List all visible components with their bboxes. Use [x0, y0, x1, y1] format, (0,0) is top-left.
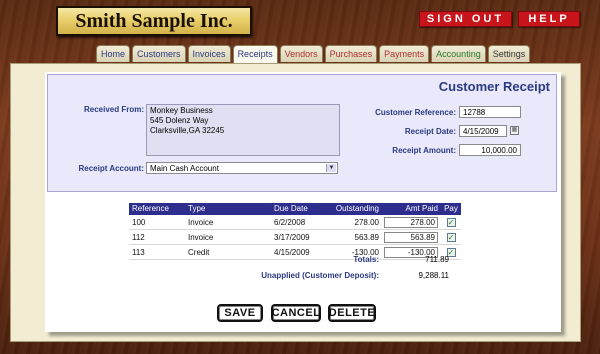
tab-receipts[interactable]: Receipts: [232, 45, 278, 64]
amt-paid-input[interactable]: 563.89: [384, 232, 438, 243]
chevron-down-icon[interactable]: ▼: [326, 164, 336, 172]
cell-pay: ✓: [441, 215, 461, 229]
receipt-amount-label: Receipt Amount:: [392, 146, 456, 155]
col-pay: Pay: [444, 204, 458, 213]
tab-settings[interactable]: Settings: [487, 45, 531, 62]
col-due-date: Due Date: [274, 204, 308, 213]
pay-checkbox[interactable]: ✓: [446, 233, 456, 242]
tab-home[interactable]: Home: [96, 45, 131, 62]
cell-type: Invoice: [188, 218, 214, 227]
cell-type: Invoice: [188, 233, 214, 242]
company-name: Smith Sample Inc.: [75, 9, 233, 32]
cell-reference: 112: [132, 233, 145, 242]
page-title: Customer Receipt: [438, 79, 550, 94]
tab-purchases[interactable]: Purchases: [324, 45, 378, 62]
amt-paid-input[interactable]: 278.00: [384, 217, 438, 228]
tab-vendors[interactable]: Vendors: [279, 45, 323, 62]
receipt-lines-table: Reference Type Due Date Outstanding Amt …: [129, 203, 461, 260]
table-row: 100 Invoice 6/2/2008 278.00 278.00 ✓: [129, 215, 461, 230]
save-button[interactable]: SAVE: [217, 304, 263, 322]
cell-reference: 100: [132, 218, 146, 227]
receipt-amount-input[interactable]: 10,000.00: [459, 144, 521, 156]
cell-pay: ✓: [441, 230, 461, 244]
receipt-header-form: Customer Receipt Received From: Monkey B…: [47, 74, 557, 192]
nav-tabs: Home Customers Invoices Receipts Vendors…: [96, 45, 532, 64]
cell-type: Credit: [188, 248, 210, 257]
help-button[interactable]: HELP: [518, 11, 580, 27]
cell-amt-paid: 278.00: [383, 215, 441, 229]
tab-invoices[interactable]: Invoices: [187, 45, 231, 62]
col-reference: Reference: [132, 204, 169, 213]
content-panel: Customer Receipt Received From: Monkey B…: [10, 63, 581, 342]
receipt-account-select[interactable]: Main Cash Account ▼: [146, 162, 338, 174]
cancel-button[interactable]: CANCEL: [271, 304, 321, 322]
table-row: 112 Invoice 3/17/2009 563.89 563.89 ✓: [129, 230, 461, 245]
cell-due-date: 3/17/2009: [274, 233, 310, 242]
company-logo: Smith Sample Inc.: [56, 6, 252, 36]
col-type: Type: [188, 204, 206, 213]
calendar-icon[interactable]: ▦: [510, 126, 519, 135]
table-header-row: Reference Type Due Date Outstanding Amt …: [129, 203, 461, 215]
cell-outstanding: 278.00: [354, 218, 379, 227]
delete-button[interactable]: DELETE: [328, 304, 376, 322]
cell-amt-paid: 563.89: [383, 230, 441, 244]
customer-reference-input[interactable]: 12788: [459, 106, 521, 118]
col-amt-paid: Amt Paid: [405, 204, 438, 213]
pay-checkbox[interactable]: ✓: [446, 218, 456, 227]
cell-reference: 113: [132, 248, 145, 257]
receipt-card: Customer Receipt Received From: Monkey B…: [45, 72, 561, 332]
unapplied-label: Unapplied (Customer Deposit):: [261, 271, 379, 280]
customer-reference-label: Customer Reference:: [375, 108, 456, 117]
receipt-account-label: Receipt Account:: [78, 164, 145, 173]
sign-out-button[interactable]: SIGN OUT: [419, 11, 512, 27]
received-from-label: Received From:: [83, 105, 144, 114]
totals-label: Totals:: [353, 255, 379, 264]
receipt-date-label: Receipt Date:: [404, 127, 456, 136]
totals-value: 711.89: [425, 255, 449, 264]
cell-due-date: 6/2/2008: [274, 218, 306, 227]
tab-payments[interactable]: Payments: [379, 45, 430, 62]
col-outstanding: Outstanding: [335, 204, 379, 213]
receipt-date-input[interactable]: 4/15/2009: [459, 125, 507, 137]
unapplied-value: 9,288.11: [418, 271, 449, 280]
tab-customers[interactable]: Customers: [132, 45, 186, 62]
tab-accounting[interactable]: Accounting: [431, 45, 486, 62]
receipt-account-value: Main Cash Account: [150, 164, 219, 173]
cell-outstanding: 563.89: [354, 233, 379, 242]
received-from-address[interactable]: Monkey Business 545 Dolenz Way Clarksvil…: [146, 104, 340, 156]
